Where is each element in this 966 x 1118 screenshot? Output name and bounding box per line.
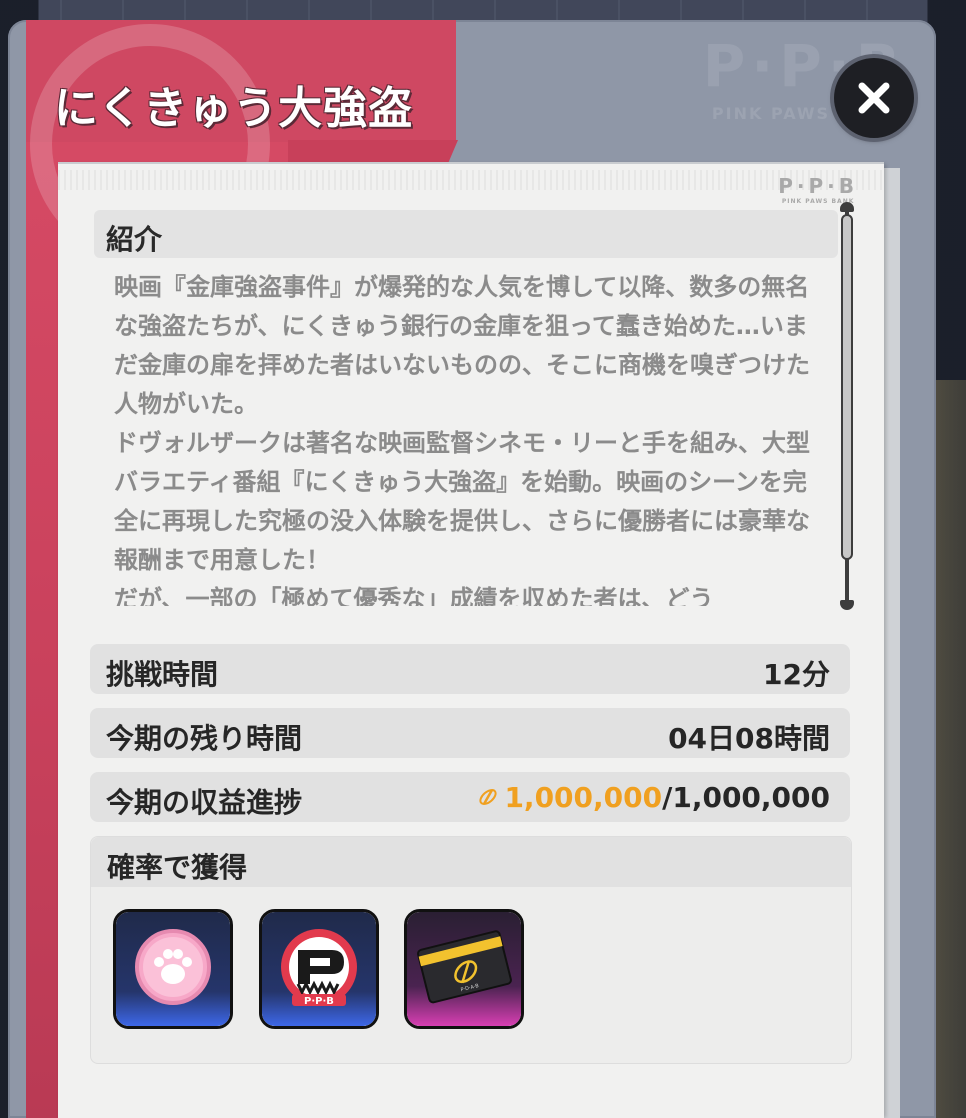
paw-coin-icon: [135, 929, 211, 1005]
revenue-current: 1,000,000: [504, 781, 663, 814]
scrollbar-cap-bottom: [840, 600, 854, 610]
ppb-token-icon: P·P·B: [281, 929, 357, 1007]
info-panel: P·P·B PINK PAWS BANK 紹介 映画『金庫強盗事件』が爆発的な人…: [58, 164, 884, 1118]
intro-header-label: 紹介: [106, 223, 163, 256]
revenue-progress-value: 1,000,000/1,000,000: [476, 781, 830, 814]
revenue-total: /1,000,000: [662, 781, 830, 814]
scrollbar-thumb[interactable]: [841, 214, 853, 560]
reward-item-ppb-token[interactable]: P·P·B: [259, 909, 379, 1029]
challenge-time-row: 挑戦時間 12分: [90, 644, 850, 694]
scrollbar-cap-top: [840, 202, 854, 212]
currency-icon: [479, 789, 498, 805]
close-button[interactable]: [834, 58, 914, 138]
remaining-time-value: 04日08時間: [668, 722, 830, 755]
svg-text:P·P·B: P·P·B: [304, 996, 334, 1007]
revenue-progress-label: 今期の収益進捗: [106, 786, 303, 819]
reward-item-vip-card[interactable]: P·D·A·B: [404, 909, 524, 1029]
reward-item-paw-coin[interactable]: [113, 909, 233, 1029]
paper-edge: [884, 168, 900, 1118]
modal-title: にくきゅう大強盗: [54, 83, 414, 134]
rewards-header-label: 確率で獲得: [107, 851, 248, 884]
challenge-time-label: 挑戦時間: [106, 658, 219, 691]
rewards-section: 確率で獲得 P·P·B P·D·A·B: [90, 836, 852, 1064]
close-icon: [858, 82, 890, 114]
pink-tab-strip: [288, 140, 458, 164]
intro-section-header: 紹介: [94, 210, 838, 258]
intro-scrollbar[interactable]: [840, 202, 854, 610]
remaining-time-label: 今期の残り時間: [106, 722, 303, 755]
paper-logo-main: P·P·B: [778, 174, 858, 198]
challenge-time-value: 12分: [763, 658, 830, 691]
revenue-progress-row: 今期の収益進捗 1,000,000/1,000,000: [90, 772, 850, 822]
rewards-header: 確率で獲得: [91, 837, 851, 887]
remaining-time-row: 今期の残り時間 04日08時間: [90, 708, 850, 758]
vip-card-icon: P·D·A·B: [417, 930, 512, 1004]
paper-logo: P·P·B PINK PAWS BANK: [778, 174, 858, 205]
intro-description[interactable]: 映画『金庫強盗事件』が爆発的な人気を博して以降、数多の無名な強盗たちが、にくきゅ…: [114, 268, 824, 606]
